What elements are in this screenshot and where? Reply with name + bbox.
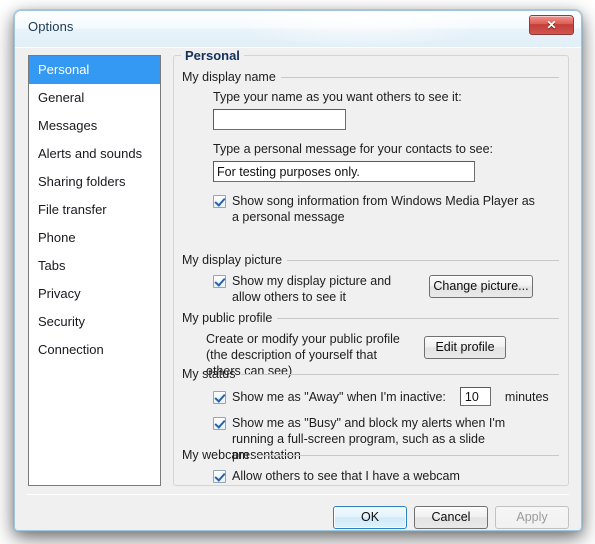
title-bar: Options ✕ — [15, 11, 581, 47]
sidebar-item-label: Privacy — [38, 286, 81, 301]
sidebar-item-label: File transfer — [38, 202, 107, 217]
display-name-input[interactable] — [213, 109, 346, 130]
webcam-checkbox-label: Allow others to see that I have a webcam — [232, 469, 460, 483]
sidebar-item-privacy[interactable]: Privacy — [29, 280, 160, 308]
sidebar-item-phone[interactable]: Phone — [29, 224, 160, 252]
sidebar-item-label: Alerts and sounds — [38, 146, 143, 161]
group-title: My public profile — [182, 311, 273, 325]
close-icon: ✕ — [546, 18, 557, 32]
ok-button[interactable]: OK — [333, 506, 407, 529]
group-body: Show my display picture and allow others… — [182, 267, 559, 305]
song-info-checkbox-label: Show song information from Windows Media… — [232, 194, 535, 224]
dialog-buttons: OK Cancel Apply — [333, 506, 569, 529]
close-button[interactable]: ✕ — [529, 15, 574, 35]
song-info-checkbox-row[interactable]: Show song information from Windows Media… — [213, 193, 559, 225]
group-body: Type your name as you want others to see… — [182, 84, 559, 225]
footer-separator — [27, 494, 569, 495]
group-header: My webcam — [182, 448, 559, 462]
sidebar-item-personal[interactable]: Personal — [29, 56, 160, 84]
group-header: My display name — [182, 70, 559, 84]
checkbox-icon[interactable] — [213, 391, 226, 404]
desktop-background: Options ✕ Personal General Messages Aler… — [0, 0, 595, 544]
sidebar-item-label: Tabs — [38, 258, 66, 273]
sidebar-item-label: Security — [38, 314, 85, 329]
group-header: My public profile — [182, 311, 559, 325]
window-title: Options — [28, 19, 74, 34]
sidebar-item-label: General — [38, 90, 85, 105]
sidebar-item-file-transfer[interactable]: File transfer — [29, 196, 160, 224]
options-dialog-window: Options ✕ Personal General Messages Aler… — [14, 10, 582, 531]
sidebar-item-label: Personal — [38, 62, 90, 77]
panel-title: Personal — [181, 48, 244, 63]
cancel-button[interactable]: Cancel — [414, 506, 488, 529]
away-checkbox-row[interactable]: Show me as "Away" when I'm inactive: min… — [213, 387, 559, 406]
checkbox-icon[interactable] — [213, 417, 226, 430]
group-rule — [240, 373, 559, 375]
display-name-label: Type your name as you want others to see… — [213, 90, 462, 104]
group-title: My display name — [182, 70, 276, 84]
edit-profile-button[interactable]: Edit profile — [424, 336, 506, 359]
sidebar-item-security[interactable]: Security — [29, 308, 160, 336]
dialog-client-area: Personal General Messages Alerts and sou… — [15, 47, 581, 530]
sidebar-item-messages[interactable]: Messages — [29, 112, 160, 140]
display-picture-checkbox-row[interactable]: Show my display picture and allow others… — [213, 273, 405, 305]
sidebar-item-sharing-folders[interactable]: Sharing folders — [29, 168, 160, 196]
display-picture-checkbox-label: Show my display picture and allow others… — [232, 274, 392, 304]
apply-button: Apply — [495, 506, 569, 529]
group-rule — [277, 317, 559, 319]
sidebar-item-label: Sharing folders — [38, 174, 126, 189]
sidebar-item-tabs[interactable]: Tabs — [29, 252, 160, 280]
personal-message-input[interactable] — [213, 161, 475, 182]
checkbox-icon[interactable] — [213, 470, 226, 483]
sidebar-item-alerts-and-sounds[interactable]: Alerts and sounds — [29, 140, 160, 168]
group-title: My display picture — [182, 253, 283, 267]
sidebar-item-label: Phone — [38, 230, 76, 245]
group-title: My status — [182, 367, 236, 381]
personal-settings-panel: Personal My display name Type your name … — [173, 48, 569, 486]
sidebar-item-general[interactable]: General — [29, 84, 160, 112]
checkbox-icon[interactable] — [213, 195, 226, 208]
category-list[interactable]: Personal General Messages Alerts and sou… — [28, 55, 161, 486]
group-body: Allow others to see that I have a webcam — [182, 462, 559, 484]
webcam-checkbox-row[interactable]: Allow others to see that I have a webcam — [213, 468, 559, 484]
group-header: My status — [182, 367, 559, 381]
group-rule — [253, 454, 559, 456]
group-title: My webcam — [182, 448, 249, 462]
sidebar-item-label: Messages — [38, 118, 98, 133]
sidebar-item-label: Connection — [38, 342, 104, 357]
away-minutes-unit-label: minutes — [504, 389, 549, 404]
checkbox-icon[interactable] — [213, 275, 226, 288]
group-header: My display picture — [182, 253, 559, 267]
group-my-display-picture: My display picture Show my display pictu… — [182, 253, 559, 305]
away-minutes-input[interactable] — [459, 387, 491, 406]
group-rule — [280, 76, 559, 78]
group-rule — [287, 259, 559, 261]
personal-message-label: Type a personal message for your contact… — [213, 142, 494, 156]
change-picture-button[interactable]: Change picture... — [429, 275, 533, 298]
group-my-webcam: My webcam Allow others to see that I hav… — [182, 448, 559, 484]
sidebar-item-connection[interactable]: Connection — [29, 336, 160, 364]
away-checkbox-label: Show me as "Away" when I'm inactive: — [232, 389, 446, 404]
group-my-display-name: My display name Type your name as you wa… — [182, 70, 559, 225]
